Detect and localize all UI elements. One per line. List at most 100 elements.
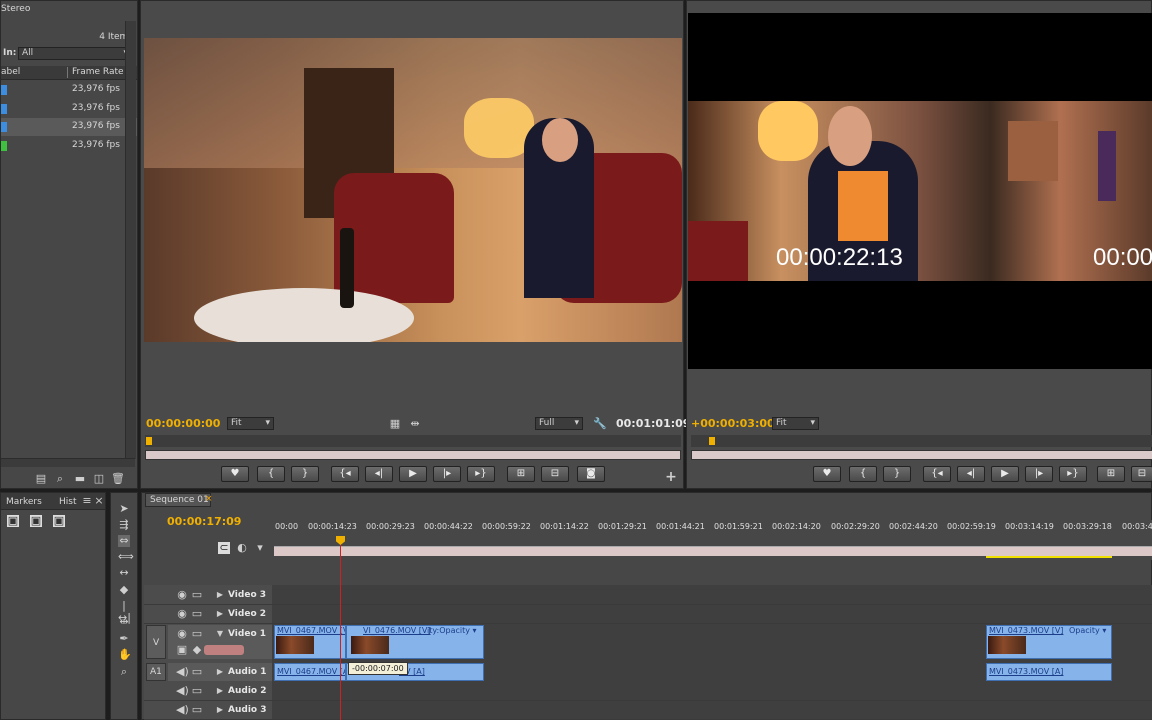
- slide-tool-icon[interactable]: ⇹: [118, 616, 130, 628]
- overwrite-button[interactable]: ⊟: [541, 466, 569, 482]
- keyframe-icon[interactable]: ◆: [191, 644, 203, 656]
- video-clip[interactable]: MVI_0467.MOV [V]: [274, 625, 346, 659]
- source-quality-dropdown[interactable]: Full: [535, 417, 583, 430]
- new-item-icon[interactable]: ◫: [93, 473, 105, 485]
- expand-triangle-icon[interactable]: ▶: [214, 608, 226, 620]
- insert-button[interactable]: ⊞: [507, 466, 535, 482]
- panel-menu-icon[interactable]: ≡: [81, 495, 93, 507]
- lock-icon[interactable]: ▭: [191, 666, 203, 678]
- expand-triangle-icon[interactable]: ▼: [214, 628, 226, 640]
- search-icon[interactable]: ⌕: [54, 473, 66, 485]
- pen-tool-icon[interactable]: ✒: [118, 633, 130, 645]
- go-to-in-button[interactable]: {◂: [331, 466, 359, 482]
- tab-markers[interactable]: Markers: [6, 497, 42, 507]
- horizontal-scrollbar[interactable]: [1, 458, 135, 467]
- program-current-time[interactable]: +00:00:03:00: [691, 417, 775, 430]
- col-framerate-header[interactable]: Frame Rate: [72, 67, 124, 77]
- go-to-in-button[interactable]: {◂: [923, 466, 951, 482]
- program-fit-dropdown[interactable]: Fit: [772, 417, 819, 430]
- drag-audio-video-icon[interactable]: ⇹: [409, 418, 421, 430]
- marker-type-icon[interactable]: ▣: [53, 515, 65, 527]
- opacity-keyframe-menu[interactable]: Opacity ▾: [1069, 626, 1106, 635]
- slip-tool-icon[interactable]: |↔|: [118, 600, 131, 624]
- video-clip[interactable]: MVI_0473.MOV [V] Opacity ▾: [986, 625, 1112, 659]
- eye-icon[interactable]: ◉: [176, 608, 188, 620]
- step-forward-button[interactable]: |▸: [433, 466, 461, 482]
- ripple-edit-tool-icon[interactable]: ⇔: [118, 535, 130, 547]
- expand-triangle-icon[interactable]: ▶: [214, 666, 226, 678]
- speaker-icon[interactable]: ◀): [176, 666, 189, 678]
- source-current-time[interactable]: 00:00:00:00: [146, 417, 220, 430]
- icon-view-icon[interactable]: ▤: [35, 473, 47, 485]
- marker-icon[interactable]: ▾: [254, 542, 266, 554]
- close-icon[interactable]: ×: [205, 494, 213, 504]
- mark-out-button[interactable]: }: [291, 466, 319, 482]
- speaker-icon[interactable]: ◀): [176, 685, 189, 697]
- source-video-frame[interactable]: [144, 38, 682, 342]
- vertical-scrollbar[interactable]: [125, 21, 136, 459]
- mark-out-button[interactable]: }: [883, 466, 911, 482]
- display-style-icon[interactable]: ▣: [176, 644, 188, 656]
- marker-type-icon[interactable]: ▣: [30, 515, 42, 527]
- add-marker-button[interactable]: ♥: [813, 466, 841, 482]
- list-item[interactable]: 23,976 fps: [1, 137, 137, 155]
- marker-type-icon[interactable]: ▣: [7, 515, 19, 527]
- rate-stretch-tool-icon[interactable]: ↔: [118, 567, 130, 579]
- eye-icon[interactable]: ◉: [176, 628, 188, 640]
- step-back-button[interactable]: ◂|: [957, 466, 985, 482]
- track-target-a1[interactable]: A1: [146, 663, 166, 681]
- opacity-keyframe-menu[interactable]: ity:Opacity ▾: [427, 626, 477, 635]
- keyframe-navigator[interactable]: [204, 645, 244, 655]
- track-target-v[interactable]: V: [146, 625, 166, 659]
- in-filter-dropdown[interactable]: All: [18, 47, 132, 60]
- source-scrub-bar[interactable]: [145, 435, 681, 447]
- step-forward-button[interactable]: |▸: [1025, 466, 1053, 482]
- trash-icon[interactable]: 🗑: [111, 473, 125, 485]
- work-area-bar[interactable]: [274, 546, 1152, 556]
- mark-in-button[interactable]: {: [257, 466, 285, 482]
- audio-clip[interactable]: MVI_0467.MOV [A]: [274, 663, 346, 681]
- lock-icon[interactable]: ▭: [191, 704, 203, 716]
- timeline-tab[interactable]: Sequence 01 ×: [145, 493, 213, 507]
- playhead-line[interactable]: [340, 538, 341, 720]
- col-divider[interactable]: [67, 67, 68, 78]
- timeline-current-time[interactable]: 00:00:17:09: [167, 515, 241, 528]
- step-back-button[interactable]: ◂|: [365, 466, 393, 482]
- wrench-icon[interactable]: 🔧: [593, 418, 607, 430]
- expand-triangle-icon[interactable]: ▶: [214, 704, 226, 716]
- play-button[interactable]: ▶: [991, 466, 1019, 482]
- eye-icon[interactable]: ◉: [176, 589, 188, 601]
- source-fit-dropdown[interactable]: Fit: [227, 417, 274, 430]
- lock-icon[interactable]: ▭: [191, 589, 203, 601]
- lock-icon[interactable]: ▭: [191, 628, 203, 640]
- rolling-edit-tool-icon[interactable]: ⟺: [118, 551, 134, 563]
- lift-button[interactable]: ⊞: [1097, 466, 1125, 482]
- program-video-frame[interactable]: 00:00:22:13 00:00: [688, 13, 1152, 369]
- lock-icon[interactable]: ▭: [191, 608, 203, 620]
- list-item[interactable]: 23,976 fps: [1, 100, 137, 118]
- expand-triangle-icon[interactable]: ▶: [214, 589, 226, 601]
- new-bin-icon[interactable]: ▬: [74, 473, 86, 485]
- hand-tool-icon[interactable]: ✋: [118, 649, 132, 661]
- tab-history[interactable]: Hist: [59, 497, 77, 507]
- play-button[interactable]: ▶: [399, 466, 427, 482]
- close-icon[interactable]: ×: [93, 495, 105, 507]
- program-zoom-bar[interactable]: [691, 450, 1152, 460]
- list-item[interactable]: 23,976 fps: [1, 118, 137, 136]
- expand-triangle-icon[interactable]: ▶: [214, 685, 226, 697]
- set-marker-icon[interactable]: ◐: [236, 542, 248, 554]
- zoom-tool-icon[interactable]: ⌕: [118, 666, 130, 678]
- speaker-icon[interactable]: ◀): [176, 704, 189, 716]
- export-frame-button[interactable]: ◙: [577, 466, 605, 482]
- go-to-out-button[interactable]: ▸}: [1059, 466, 1087, 482]
- add-marker-button[interactable]: ♥: [221, 466, 249, 482]
- audio-clip[interactable]: MVI_0473.MOV [A]: [986, 663, 1112, 681]
- film-icon[interactable]: ▦: [389, 418, 401, 430]
- playhead-marker[interactable]: [146, 437, 152, 445]
- extract-button[interactable]: ⊟: [1131, 466, 1152, 482]
- mark-in-button[interactable]: {: [849, 466, 877, 482]
- track-select-tool-icon[interactable]: ⇶: [118, 519, 130, 531]
- source-zoom-bar[interactable]: [145, 450, 681, 460]
- go-to-out-button[interactable]: ▸}: [467, 466, 495, 482]
- video-clip[interactable]: VI_0476.MOV [V] ity:Opacity ▾: [346, 625, 484, 659]
